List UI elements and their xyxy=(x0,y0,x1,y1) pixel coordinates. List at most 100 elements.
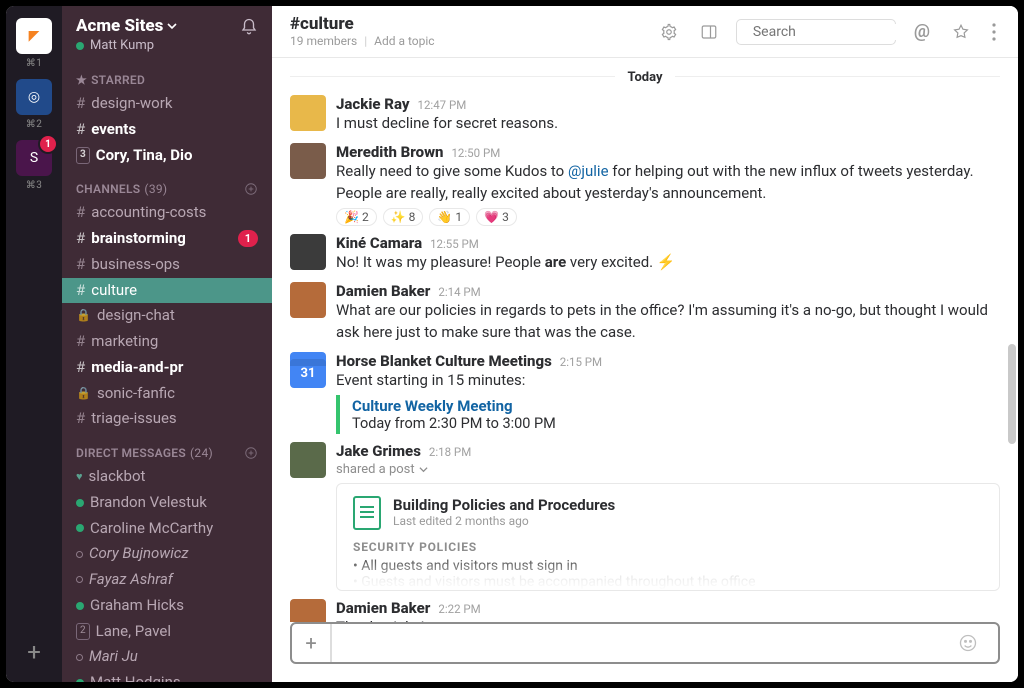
channel-members[interactable]: 19 members xyxy=(290,34,357,48)
search-box[interactable] xyxy=(736,19,896,45)
message-time: 2:18 PM xyxy=(429,445,471,459)
sidebar-item[interactable]: Caroline McCarthy xyxy=(62,516,272,542)
reaction[interactable]: 🎉2 xyxy=(336,208,377,226)
sidebar-item[interactable]: 🔒sonic-fanfic xyxy=(62,381,272,407)
workspace-rail: ◤⌘1◎⌘2S1⌘3+ xyxy=(6,6,62,682)
main-panel: #culture 19 members | Add a topic xyxy=(272,6,1018,682)
message[interactable]: Jake Grimes 2:18 PM shared a post Building… xyxy=(290,438,1000,595)
sidebar-item[interactable]: #events xyxy=(62,117,272,143)
more-icon[interactable] xyxy=(988,19,1000,45)
workspace-item[interactable]: ◎ xyxy=(16,79,52,115)
event-card[interactable]: Culture Weekly MeetingToday from 2:30 PM… xyxy=(336,395,1000,434)
message[interactable]: Meredith Brown 12:50 PMReally need to giv… xyxy=(290,139,1000,231)
scrollbar[interactable] xyxy=(1008,344,1016,444)
avatar[interactable] xyxy=(290,234,326,270)
avatar[interactable] xyxy=(290,599,326,622)
notifications-icon[interactable] xyxy=(240,18,258,36)
sidebar-item[interactable]: ♥slackbot xyxy=(62,464,272,490)
team-switcher[interactable]: Acme Sites xyxy=(76,16,258,36)
shared-label[interactable]: shared a post xyxy=(336,462,1000,477)
message-author[interactable]: Damien Baker xyxy=(336,282,430,300)
sidebar-item[interactable]: #culture xyxy=(62,278,272,304)
team-name: Acme Sites xyxy=(76,16,163,36)
sidebar-item-label: Matt Hodgins xyxy=(90,672,181,682)
settings-icon[interactable] xyxy=(656,19,682,45)
sidebar-item[interactable]: Mari Ju xyxy=(62,644,272,670)
message-composer[interactable]: + xyxy=(290,622,1000,664)
sidebar-item[interactable]: #marketing xyxy=(62,329,272,355)
workspace-shortcut-label: ⌘2 xyxy=(26,119,43,130)
sidebar-item-label: Fayaz Ashraf xyxy=(89,569,173,591)
channel-header: #culture 19 members | Add a topic xyxy=(272,6,1018,58)
avatar[interactable] xyxy=(290,95,326,131)
unread-badge: 1 xyxy=(238,230,258,247)
sidebar-item[interactable]: #brainstorming1 xyxy=(62,226,272,252)
sidebar-item[interactable]: #media-and-pr xyxy=(62,355,272,381)
document-meta: Last edited 2 months ago xyxy=(393,514,615,528)
sidebar-item-label: marketing xyxy=(91,331,158,353)
details-pane-icon[interactable] xyxy=(696,19,722,45)
message-author[interactable]: Kiné Camara xyxy=(336,234,422,252)
channel-topic[interactable]: Add a topic xyxy=(374,34,434,48)
sidebar-item[interactable]: Matt Hodgins xyxy=(62,670,272,682)
document-icon xyxy=(353,496,381,530)
event-lead: Event starting in 15 minutes: xyxy=(336,370,1000,392)
sidebar-item[interactable]: #triage-issues xyxy=(62,406,272,432)
channel-title[interactable]: #culture xyxy=(290,15,435,34)
document-card[interactable]: Building Policies and ProceduresLast edi… xyxy=(336,483,1000,591)
message-list[interactable]: Today Jackie Ray12:47 PMI must decline fo… xyxy=(272,58,1018,622)
section-title: CHANNELS xyxy=(76,182,140,196)
presence-dot xyxy=(76,602,84,610)
message-author[interactable]: Meredith Brown xyxy=(336,143,443,161)
sidebar-item[interactable]: #accounting-costs xyxy=(62,200,272,226)
emoji-picker-icon[interactable] xyxy=(958,633,998,653)
sidebar-item[interactable]: 🔒design-chat xyxy=(62,303,272,329)
message[interactable]: Jackie Ray12:47 PMI must decline for sec… xyxy=(290,91,1000,139)
day-label: Today xyxy=(615,70,674,85)
lock-icon: 🔒 xyxy=(76,385,91,402)
message-text: Really need to give some Kudos to @julie… xyxy=(336,161,1000,205)
add-workspace-button[interactable]: + xyxy=(27,638,41,666)
message-text: I must decline for secret reasons. xyxy=(336,113,1000,135)
sidebar-item[interactable]: Cory Bujnowicz xyxy=(62,541,272,567)
sidebar-section-header: CHANNELS (39) xyxy=(62,168,272,200)
message-author[interactable]: Jake Grimes xyxy=(336,442,421,460)
sidebar-item[interactable]: 2Lane, Pavel xyxy=(62,619,272,645)
message[interactable]: Damien Baker2:22 PMThanks Jake! xyxy=(290,595,1000,622)
reaction[interactable]: ✨8 xyxy=(383,208,424,226)
workspace-item[interactable]: S1 xyxy=(16,140,52,176)
sidebar-item[interactable]: #business-ops xyxy=(62,252,272,278)
star-icon[interactable] xyxy=(948,19,974,45)
message[interactable]: 31Horse Blanket Culture Meetings2:15 PME… xyxy=(290,348,1000,439)
avatar[interactable] xyxy=(290,442,326,478)
avatar[interactable] xyxy=(290,143,326,179)
current-user[interactable]: Matt Kump xyxy=(76,38,258,53)
mentions-icon[interactable]: @ xyxy=(910,17,934,46)
sidebar-item[interactable]: #design-work xyxy=(62,91,272,117)
reaction[interactable]: 💗3 xyxy=(476,208,517,226)
attach-button[interactable]: + xyxy=(292,624,332,662)
chevron-down-icon xyxy=(167,21,177,31)
search-input[interactable] xyxy=(753,24,931,40)
message-text: Thanks Jake! xyxy=(336,617,1000,622)
workspace-item[interactable]: ◤ xyxy=(16,18,52,54)
avatar[interactable] xyxy=(290,282,326,318)
message[interactable]: Damien Baker2:14 PMWhat are our policies… xyxy=(290,278,1000,348)
sidebar-item-label: Lane, Pavel xyxy=(96,621,171,643)
add-item-icon[interactable] xyxy=(244,182,258,196)
sidebar-item[interactable]: Fayaz Ashraf xyxy=(62,567,272,593)
message-time: 12:50 PM xyxy=(451,146,500,160)
message-author[interactable]: Damien Baker xyxy=(336,599,430,617)
reaction[interactable]: 👋1 xyxy=(429,208,470,226)
sidebar-item-label: brainstorming xyxy=(91,228,186,250)
message[interactable]: Kiné Camara12:55 PMNo! It was my pleasur… xyxy=(290,230,1000,278)
add-item-icon[interactable] xyxy=(244,446,258,460)
sidebar-item[interactable]: 3Cory, Tina, Dio xyxy=(62,143,272,169)
composer-input[interactable] xyxy=(332,634,958,652)
event-title[interactable]: Culture Weekly Meeting xyxy=(352,397,1000,415)
presence-dot xyxy=(76,551,83,558)
message-author[interactable]: Horse Blanket Culture Meetings xyxy=(336,352,552,370)
sidebar-item[interactable]: Brandon Velestuk xyxy=(62,490,272,516)
message-author[interactable]: Jackie Ray xyxy=(336,95,410,113)
sidebar-item[interactable]: Graham Hicks xyxy=(62,593,272,619)
